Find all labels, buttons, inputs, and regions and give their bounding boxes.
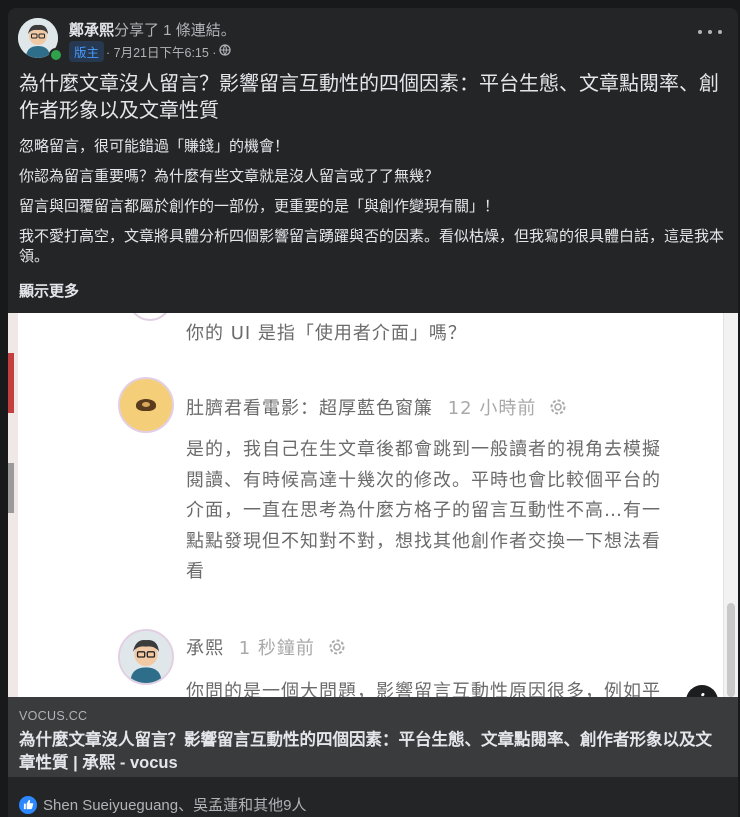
post-title: 為什麼文章沒人留言？影響留言互動性的四個因素：平台生態、文章點閱率、創作者形象以… bbox=[19, 73, 719, 122]
link-domain: VOCUS.CC bbox=[19, 709, 88, 723]
info-icon[interactable]: i bbox=[686, 685, 718, 697]
comment-author: 承熙 bbox=[186, 638, 224, 659]
link-preview-footer[interactable]: VOCUS.CC 為什麼文章沒人留言？影響留言互動性的四個因素：平台生態、文章點… bbox=[8, 697, 738, 777]
post-paragraph: 忽略留言，很可能錯過「賺錢」的機會！ bbox=[19, 138, 290, 155]
reactions-text[interactable]: Shen Sueiyueguang、吳孟蓮和其他9人 bbox=[43, 794, 306, 815]
comment-body-line: 是的，我自己在生文章後都會跳到一般讀者的視角去模擬 bbox=[186, 439, 661, 460]
comment-header: 承熙 1 秒鐘前 bbox=[186, 634, 348, 660]
image-top-reply: 你的 UI 是指「使用者介面」嗎？ bbox=[186, 323, 467, 344]
comment-body-line: 介面，一直在思考為什麼方格子的留言互動性不高…有一 bbox=[186, 500, 661, 521]
post-timestamp[interactable]: · 7月21日下午6:15 · bbox=[106, 42, 216, 61]
globe-icon[interactable] bbox=[219, 44, 232, 59]
image-scrollbar bbox=[723, 313, 738, 697]
author-action: 分享了 1 條連結。 bbox=[114, 22, 236, 39]
author-name[interactable]: 鄭承熙 bbox=[69, 22, 114, 39]
link-preview-image[interactable]: 你的 UI 是指「使用者介面」嗎？ 肚臍君看電影：超厚藍色窗簾 12 小時前 是… bbox=[8, 313, 738, 697]
author-line: 鄭承熙分享了 1 條連結。 bbox=[69, 19, 236, 40]
commenter-avatar bbox=[118, 629, 174, 685]
comment-body-line: 閱讀、有時候高達十幾次的修改。平時也會比較個平台的 bbox=[186, 469, 661, 491]
comment-time: 12 小時前 bbox=[447, 398, 537, 419]
link-title[interactable]: 為什麼文章沒人留言？影響留言互動性的四個因素：平台生態、文章點閱率、創作者形象以… bbox=[19, 729, 719, 775]
comment-body-line: 點點發現但不知對不對，想找其他創作者交換一下想法看 bbox=[186, 530, 661, 552]
online-status-dot bbox=[49, 48, 63, 62]
post-paragraph: 你認為留言重要嗎？為什麼有些文章就是沒人留言或了了無幾？ bbox=[19, 168, 440, 185]
comment-time: 1 秒鐘前 bbox=[238, 638, 315, 659]
post-meta: 版主 · 7月21日下午6:15 · bbox=[69, 41, 232, 62]
admin-badge: 版主 bbox=[69, 41, 105, 62]
see-more-link[interactable]: 顯示更多 bbox=[19, 280, 79, 301]
reactions-summary[interactable]: Shen Sueiyueguang、吳孟蓮和其他9人 bbox=[19, 794, 306, 815]
comment-avatar-partial bbox=[128, 313, 172, 321]
gear-icon bbox=[322, 636, 348, 659]
like-icon bbox=[19, 795, 37, 814]
comment-body-line: 你問的是一個大問題，影響留言互動性原因很多，例如平 bbox=[186, 681, 661, 697]
post-card: 鄭承熙分享了 1 條連結。 版主 · 7月21日下午6:15 · 為什麼文章沒人… bbox=[8, 8, 738, 817]
comment-author: 肚臍君看電影：超厚藍色窗簾 bbox=[186, 398, 433, 419]
gear-icon bbox=[543, 396, 569, 419]
commenter-avatar bbox=[118, 377, 174, 433]
post-body: 忽略留言，很可能錯過「賺錢」的機會！ 你認為留言重要嗎？為什麼有些文章就是沒人留… bbox=[19, 137, 731, 277]
more-options-icon[interactable] bbox=[698, 24, 722, 40]
post-paragraph: 我不愛打高空，文章將具體分析四個影響留言踴躍與否的因素。看似枯燥，但我寫的很具體… bbox=[19, 228, 725, 265]
post-paragraph: 留言與回覆留言都屬於創作的一部份，更重要的是「與創作變現有關」！ bbox=[19, 198, 500, 215]
image-left-strip bbox=[8, 313, 18, 697]
comment-body: 是的，我自己在生文章後都會跳到一般讀者的視角去模擬 閱讀、有時候高達十幾次的修改… bbox=[186, 435, 661, 588]
comment-body-line: 看 bbox=[186, 561, 205, 582]
comment-header: 肚臍君看電影：超厚藍色窗簾 12 小時前 bbox=[186, 394, 569, 420]
post-header: 鄭承熙分享了 1 條連結。 版主 · 7月21日下午6:15 · bbox=[8, 8, 738, 64]
